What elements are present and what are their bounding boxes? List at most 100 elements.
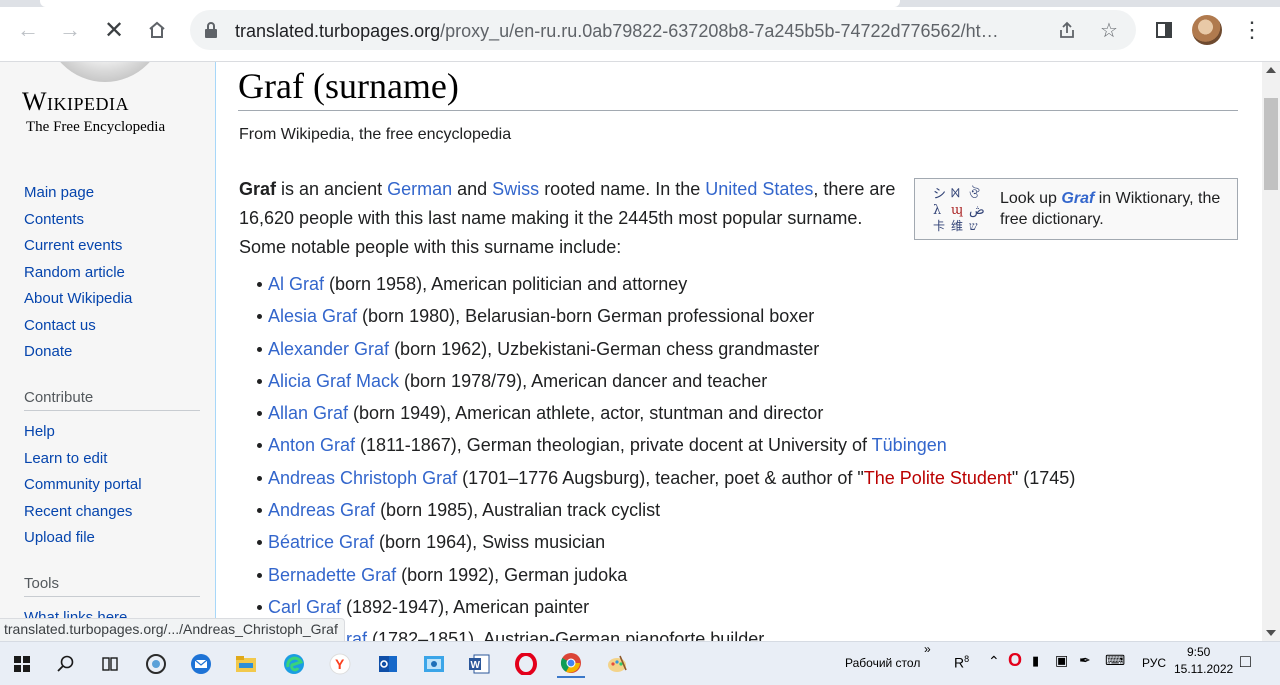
wiktionary-link[interactable]: Graf bbox=[1061, 190, 1094, 207]
person-desc: (1782–1851), Austrian-German pianoforte … bbox=[367, 629, 765, 641]
share-icon[interactable] bbox=[1056, 19, 1078, 41]
nav-item[interactable]: Contents bbox=[24, 211, 132, 238]
wikipedia-wordmark[interactable]: Wikipedia bbox=[22, 87, 129, 117]
active-tab[interactable] bbox=[40, 0, 900, 7]
desktop-toolbar-label[interactable]: Рабочий стол bbox=[845, 656, 920, 670]
stop-icon[interactable]: ✕ bbox=[100, 16, 128, 44]
person-link[interactable]: Bernadette Graf bbox=[268, 565, 396, 585]
nav-item[interactable]: Help bbox=[24, 423, 142, 450]
nav-recent-changes[interactable]: Recent changes bbox=[24, 503, 132, 520]
chrome-icon[interactable] bbox=[557, 650, 585, 678]
star-icon[interactable]: ☆ bbox=[1098, 19, 1120, 42]
sidepanel-icon[interactable] bbox=[1150, 16, 1178, 44]
list-item: Alicia Graf Mack (born 1978/79), America… bbox=[256, 370, 1075, 402]
person-desc: (1701–1776 Augsburg), teacher, poet & au… bbox=[457, 467, 864, 488]
toolbar-overflow-icon[interactable]: » bbox=[924, 642, 931, 656]
lock-icon[interactable] bbox=[204, 21, 218, 39]
nav-community-portal[interactable]: Community portal bbox=[24, 476, 142, 493]
list-item: Alexander Graf (born 1962), Uzbekistani-… bbox=[256, 338, 1075, 370]
photo-app-icon[interactable] bbox=[420, 650, 448, 678]
person-link[interactable]: Andreas Graf bbox=[268, 500, 375, 520]
tray-expand-icon[interactable]: ⌃ bbox=[988, 653, 1000, 670]
yandex-browser-icon[interactable]: Y bbox=[326, 650, 354, 678]
forward-icon[interactable]: → bbox=[56, 16, 84, 44]
wikipedia-globe-logo[interactable] bbox=[45, 62, 165, 82]
menu-icon[interactable]: ⋮ bbox=[1238, 16, 1266, 44]
pen-icon[interactable]: ✒ bbox=[1079, 652, 1091, 669]
svg-text:ᢂ: ᢂ bbox=[951, 187, 960, 202]
scroll-down-icon[interactable] bbox=[1266, 630, 1276, 636]
person-desc: (1892-1947), American painter bbox=[341, 596, 590, 617]
nav-about[interactable]: About Wikipedia bbox=[24, 290, 132, 307]
opera-tray-icon[interactable]: O bbox=[1008, 650, 1022, 671]
person-link[interactable]: Allan Graf bbox=[268, 403, 348, 423]
people-icon[interactable]: R8 bbox=[954, 654, 969, 671]
file-explorer-icon[interactable] bbox=[232, 650, 260, 678]
nav-item[interactable]: Donate bbox=[24, 343, 132, 370]
person-link[interactable]: Anton Graf bbox=[268, 435, 355, 455]
nav-upload-file[interactable]: Upload file bbox=[24, 529, 95, 546]
wikt-word[interactable]: Graf bbox=[1061, 190, 1094, 207]
person-desc: (born 1992), German judoka bbox=[396, 564, 628, 585]
nav-item[interactable]: Main page bbox=[24, 184, 132, 211]
notifications-icon[interactable]: □ bbox=[1240, 651, 1251, 672]
outlook-icon[interactable] bbox=[374, 650, 402, 678]
nav-item[interactable]: Random article bbox=[24, 264, 132, 291]
nav-contact[interactable]: Contact us bbox=[24, 317, 96, 334]
scroll-thumb[interactable] bbox=[1264, 98, 1278, 190]
nav-item[interactable]: Learn to edit bbox=[24, 450, 142, 477]
svg-text:シ: シ bbox=[933, 187, 946, 202]
nav-item[interactable]: Community portal bbox=[24, 476, 142, 503]
nav-donate[interactable]: Donate bbox=[24, 343, 72, 360]
person-desc: (born 1978/79), American dancer and teac… bbox=[399, 370, 768, 391]
back-icon[interactable]: ← bbox=[14, 16, 42, 44]
language-indicator[interactable]: РУС bbox=[1142, 656, 1166, 670]
link-united-states[interactable]: United States bbox=[705, 179, 813, 199]
task-view-icon[interactable] bbox=[96, 650, 124, 678]
nav-item[interactable]: Recent changes bbox=[24, 503, 142, 530]
intro-text: rooted name. In the bbox=[539, 179, 706, 199]
nav-random-article[interactable]: Random article bbox=[24, 264, 125, 281]
page-title: Graf (surname) bbox=[238, 65, 1238, 111]
nav-item[interactable]: Current events bbox=[24, 237, 132, 264]
home-icon[interactable] bbox=[143, 16, 171, 44]
nav-help[interactable]: Help bbox=[24, 423, 55, 440]
person-link[interactable]: Alexander Graf bbox=[268, 339, 389, 359]
search-icon[interactable] bbox=[52, 650, 80, 678]
nav-item[interactable]: About Wikipedia bbox=[24, 290, 132, 317]
person-link[interactable]: Béatrice Graf bbox=[268, 532, 374, 552]
scroll-up-icon[interactable] bbox=[1266, 67, 1276, 73]
nav-learn-to-edit[interactable]: Learn to edit bbox=[24, 450, 107, 467]
person-link[interactable]: Al Graf bbox=[268, 274, 324, 294]
person-link[interactable]: Andreas Christoph Graf bbox=[268, 468, 457, 488]
link-tubingen[interactable]: Tübingen bbox=[872, 435, 947, 455]
nav-item[interactable]: Upload file bbox=[24, 529, 142, 556]
network-icon[interactable]: ▣ bbox=[1055, 652, 1068, 669]
url-text[interactable]: translated.turbopages.org/proxy_u/en-ru.… bbox=[235, 21, 1035, 41]
windows-start-icon[interactable] bbox=[8, 650, 36, 678]
person-link[interactable]: Carl Graf bbox=[268, 597, 341, 617]
red-link-polite-student[interactable]: The Polite Student bbox=[864, 468, 1012, 488]
mail-icon[interactable] bbox=[187, 650, 215, 678]
link-german[interactable]: German bbox=[387, 179, 452, 199]
nav-current-events[interactable]: Current events bbox=[24, 237, 122, 254]
battery-icon[interactable]: ▮ bbox=[1032, 653, 1039, 669]
paint-icon[interactable] bbox=[603, 650, 631, 678]
person-link[interactable]: Alicia Graf Mack bbox=[268, 371, 399, 391]
edge-icon[interactable] bbox=[280, 650, 308, 678]
address-bar[interactable]: translated.turbopages.org/proxy_u/en-ru.… bbox=[190, 10, 1136, 50]
keyboard-icon[interactable]: ⌨ bbox=[1105, 652, 1125, 669]
clock-time[interactable]: 9:50 bbox=[1187, 645, 1210, 659]
word-icon[interactable]: W bbox=[465, 650, 493, 678]
clock-date[interactable]: 15.11.2022 bbox=[1174, 662, 1233, 676]
nav-contents[interactable]: Contents bbox=[24, 211, 84, 228]
person-link[interactable]: Alesia Graf bbox=[268, 306, 357, 326]
opera-icon[interactable] bbox=[512, 650, 540, 678]
link-swiss[interactable]: Swiss bbox=[492, 179, 539, 199]
nav-item[interactable]: Contact us bbox=[24, 317, 132, 344]
profile-avatar[interactable] bbox=[1192, 15, 1222, 45]
url-path: /proxy_u/en-ru.ru.0ab79822-637208b8-7a24… bbox=[440, 21, 999, 41]
cortana-icon[interactable] bbox=[142, 650, 170, 678]
page-scrollbar[interactable] bbox=[1262, 62, 1280, 641]
nav-main-page[interactable]: Main page bbox=[24, 184, 94, 201]
